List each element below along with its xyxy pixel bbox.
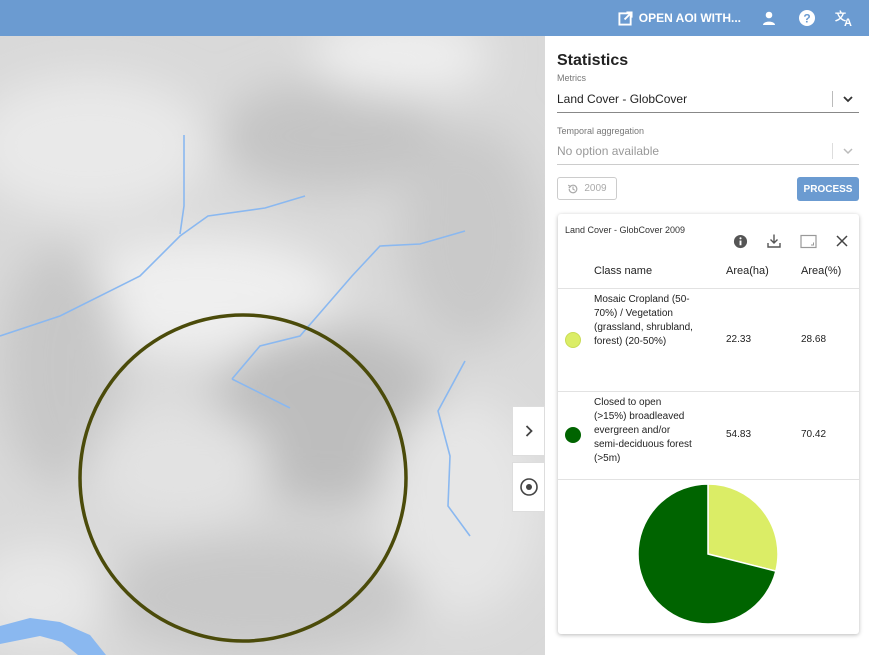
close-button[interactable] — [833, 232, 851, 250]
open-external-icon — [618, 10, 633, 26]
temporal-aggregation-value: No option available — [557, 144, 660, 158]
top-bar: OPEN AOI WITH... ? 文 A — [0, 0, 869, 36]
area-pct: 28.68 — [801, 334, 827, 345]
process-button[interactable]: PROCESS — [797, 177, 859, 201]
history-icon — [568, 184, 578, 193]
class-name: Closed to open (>15%) broadleaved evergr… — [594, 397, 692, 464]
image-button[interactable] — [799, 232, 817, 250]
help-button[interactable]: ? — [797, 8, 817, 28]
pie-chart — [637, 483, 779, 625]
color-swatch — [565, 332, 581, 348]
table-header: Class name Area(ha) Area(%) — [558, 254, 859, 289]
header-area-pct: Area(%) — [801, 265, 842, 277]
svg-text:A: A — [844, 17, 852, 27]
card-title: Land Cover - GlobCover 2009 — [565, 225, 686, 235]
help-icon: ? — [799, 10, 815, 26]
select-divider — [832, 91, 833, 107]
result-card: Land Cover - GlobCover 2009 Class name A… — [558, 214, 859, 634]
metrics-label: Metrics — [557, 73, 586, 83]
header-area-ha: Area(ha) — [726, 265, 769, 277]
select-divider — [832, 143, 833, 159]
color-swatch — [565, 427, 581, 443]
chevron-right-icon — [525, 425, 533, 437]
open-aoi-button[interactable]: OPEN AOI WITH... — [618, 10, 741, 26]
panel-title: Statistics — [557, 52, 629, 69]
card-actions — [731, 232, 851, 250]
expand-panel-button[interactable] — [512, 406, 545, 456]
info-button[interactable] — [731, 232, 749, 250]
download-button[interactable] — [765, 232, 783, 250]
temporal-aggregation-select[interactable]: No option available — [557, 140, 859, 165]
header-class-name: Class name — [594, 265, 653, 277]
area-pct: 70.42 — [801, 429, 827, 440]
statistics-panel: Statistics Metrics Land Cover - GlobCove… — [545, 36, 869, 655]
translate-button[interactable]: 文 A — [835, 8, 855, 28]
open-aoi-label: OPEN AOI WITH... — [638, 11, 741, 25]
locate-button[interactable] — [512, 462, 545, 512]
user-button[interactable] — [759, 8, 779, 28]
user-icon — [763, 11, 775, 25]
temporal-aggregation-label: Temporal aggregation — [557, 126, 645, 136]
chevron-down-icon — [843, 148, 853, 155]
image-icon — [799, 234, 817, 248]
translate-icon: 文 A — [835, 9, 852, 27]
download-icon — [767, 234, 781, 248]
info-icon — [733, 234, 747, 248]
year-label: 2009 — [584, 183, 607, 194]
top-bar-actions: OPEN AOI WITH... ? 文 A — [618, 0, 855, 36]
area-ha: 54.83 — [726, 429, 752, 440]
metrics-value: Land Cover - GlobCover — [557, 92, 688, 106]
target-icon — [519, 478, 538, 496]
map-view[interactable] — [0, 36, 545, 655]
metrics-select[interactable]: Land Cover - GlobCover — [557, 88, 859, 113]
table-row: Mosaic Cropland (50-70%) / Vegetation (g… — [558, 289, 859, 392]
area-ha: 22.33 — [726, 334, 752, 345]
stats-table: Class name Area(ha) Area(%) Mosaic Cropl… — [558, 254, 859, 480]
class-name: Mosaic Cropland (50-70%) / Vegetation (g… — [594, 294, 693, 347]
map-canvas[interactable] — [0, 36, 545, 655]
table-row: Closed to open (>15%) broadleaved evergr… — [558, 392, 859, 480]
close-icon — [836, 235, 848, 247]
year-button[interactable]: 2009 — [557, 177, 617, 200]
chevron-down-icon[interactable] — [841, 92, 855, 106]
svg-text:?: ? — [803, 12, 810, 26]
